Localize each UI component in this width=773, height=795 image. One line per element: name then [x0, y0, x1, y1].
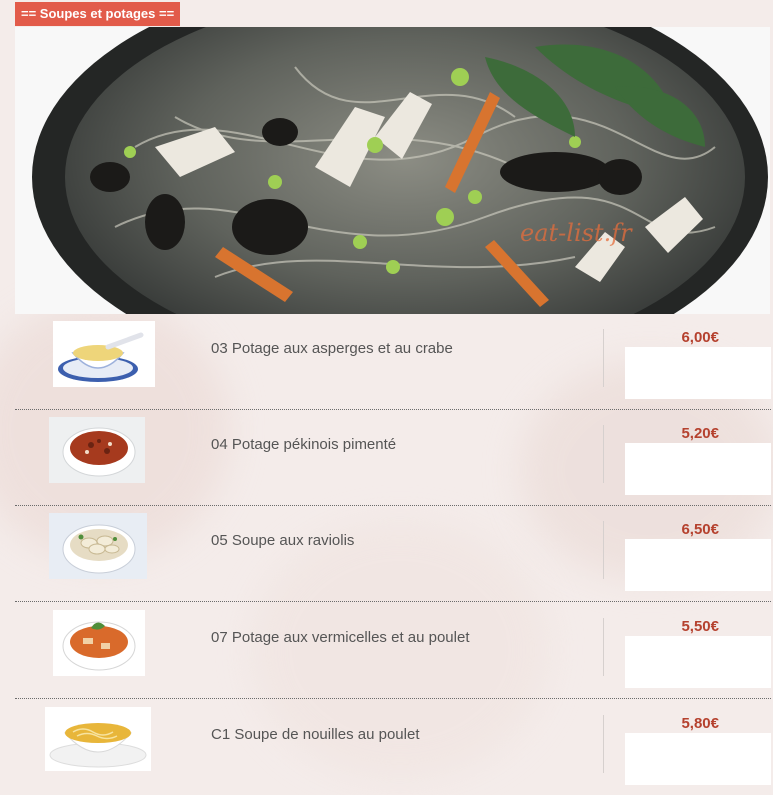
dish-name: 07 Potage aux vermicelles et au poulet — [211, 629, 470, 646]
divider — [603, 618, 604, 676]
divider — [603, 425, 604, 483]
price-box-background — [625, 443, 771, 495]
dish-name: C1 Soupe de nouilles au poulet — [211, 726, 420, 743]
list-item[interactable]: C1 Soupe de nouilles au poulet 5,80€ — [15, 699, 771, 795]
watermark-text: eat-list.fr — [520, 219, 632, 247]
dish-name: 03 Potage aux asperges et au crabe — [211, 340, 453, 357]
dish-thumbnail[interactable] — [53, 610, 145, 676]
ravioli-soup-bowl-icon — [49, 513, 147, 579]
divider — [603, 329, 604, 387]
price-box: 5,80€ — [625, 699, 771, 785]
price-box-background — [625, 636, 771, 688]
dish-price: 5,50€ — [681, 618, 719, 635]
price-box: 5,50€ — [625, 602, 771, 688]
hero-soup-image: eat-list.fr — [15, 27, 770, 314]
dish-name: 04 Potage pékinois pimenté — [211, 436, 397, 453]
spicy-soup-bowl-icon — [49, 417, 145, 483]
dish-price: 5,80€ — [681, 715, 719, 732]
section-title-tag: == Soupes et potages == — [15, 2, 181, 26]
price-box-background — [625, 347, 771, 399]
price-box-background — [625, 733, 771, 785]
list-item[interactable]: 05 Soupe aux raviolis 6,50€ — [15, 505, 771, 602]
list-item[interactable]: 07 Potage aux vermicelles et au poulet 5… — [15, 602, 771, 699]
price-box: 6,50€ — [625, 505, 771, 591]
price-box: 5,20€ — [625, 409, 771, 495]
price-box: 6,00€ — [625, 313, 771, 399]
dish-price: 6,50€ — [681, 521, 719, 538]
divider — [603, 715, 604, 773]
price-box-background — [625, 539, 771, 591]
dish-thumbnail[interactable] — [45, 707, 151, 771]
list-item[interactable]: 03 Potage aux asperges et au crabe 6,00€ — [15, 313, 771, 410]
soup-pot-illustration — [15, 27, 770, 314]
dish-name: 05 Soupe aux raviolis — [211, 532, 355, 549]
dish-thumbnail[interactable] — [49, 417, 145, 483]
vermicelli-chicken-soup-bowl-icon — [53, 610, 145, 676]
corn-crab-soup-bowl-icon — [53, 321, 155, 387]
dish-thumbnail[interactable] — [49, 513, 147, 579]
noodle-chicken-soup-bowl-icon — [45, 707, 151, 771]
dish-price: 5,20€ — [681, 425, 719, 442]
list-item[interactable]: 04 Potage pékinois pimenté 5,20€ — [15, 409, 771, 506]
dish-thumbnail[interactable] — [53, 321, 155, 387]
dish-price: 6,00€ — [681, 329, 719, 346]
divider — [603, 521, 604, 579]
